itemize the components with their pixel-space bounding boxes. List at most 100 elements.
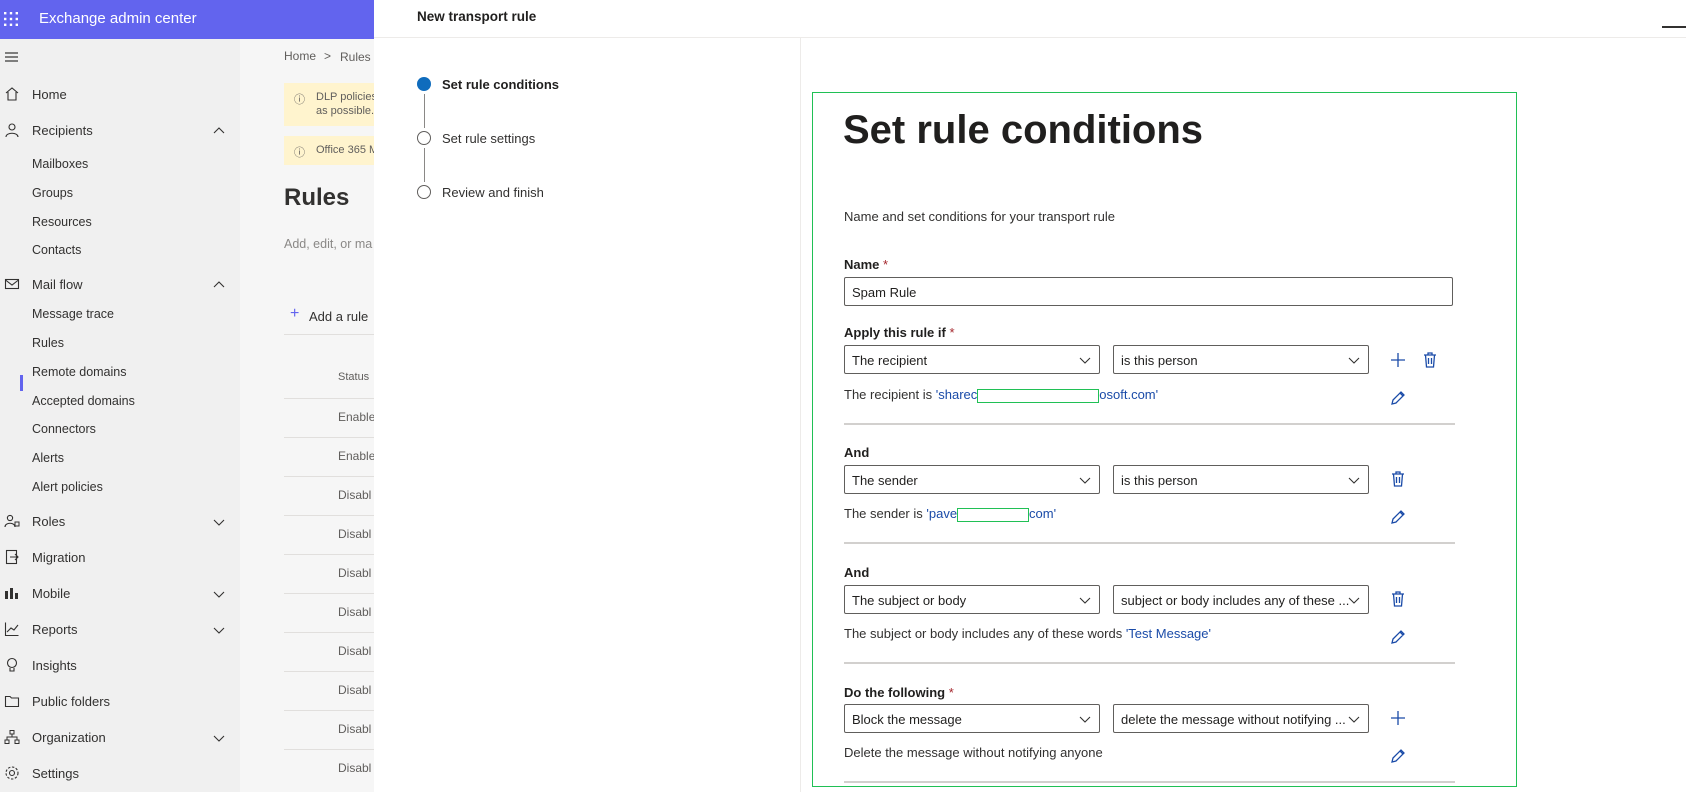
minimize-icon[interactable]: [1662, 26, 1686, 28]
nav-sub-groups[interactable]: Groups: [32, 186, 73, 200]
nav-label: Migration: [32, 550, 86, 565]
nav-sub-alerts[interactable]: Alerts: [32, 451, 64, 465]
nav-sub-mailboxes[interactable]: Mailboxes: [32, 157, 88, 171]
step-set-rule-settings[interactable]: Set rule settings: [442, 131, 535, 146]
breadcrumb-separator: >: [324, 49, 332, 63]
nav-home[interactable]: Home: [0, 81, 240, 109]
chevron-up-icon[interactable]: [212, 278, 226, 292]
nav-sub-remote-domains[interactable]: Remote domains: [32, 365, 127, 379]
divider: [284, 398, 374, 399]
panel-title: New transport rule: [417, 9, 537, 24]
divider: [800, 38, 801, 792]
nav-mobile[interactable]: Mobile: [0, 580, 240, 608]
nav-sub-connectors[interactable]: Connectors: [32, 422, 96, 436]
table-row[interactable]: Disabl: [338, 605, 371, 619]
nav-label: Roles: [32, 514, 66, 529]
person-icon: [5, 123, 19, 138]
chevron-up-icon[interactable]: [212, 124, 226, 138]
nav-public-folders[interactable]: Public folders: [0, 688, 240, 716]
organization-icon: [4, 730, 20, 744]
lightbulb-icon: [6, 657, 18, 672]
add-icon[interactable]: +: [290, 305, 299, 323]
chevron-down-icon[interactable]: [212, 587, 226, 601]
nav-label: Reports: [32, 622, 78, 637]
nav-label: Public folders: [32, 694, 111, 709]
info-icon: ⓘ: [294, 94, 305, 106]
nav-sub-resources[interactable]: Resources: [32, 215, 92, 229]
table-row[interactable]: Disabl: [338, 488, 371, 502]
roles-icon: [4, 514, 20, 528]
table-row[interactable]: Enable: [338, 410, 374, 424]
chevron-down-icon[interactable]: [212, 515, 226, 529]
nav-label: Mail flow: [32, 277, 83, 292]
nav-label: Settings: [32, 766, 79, 781]
form-area: [812, 92, 1517, 787]
folder-icon: [4, 695, 20, 708]
table-row[interactable]: Disabl: [338, 722, 371, 736]
table-row[interactable]: Disabl: [338, 683, 371, 697]
table-row[interactable]: Disabl: [338, 566, 371, 580]
app-launcher-icon[interactable]: [0, 8, 22, 30]
breadcrumb-rules[interactable]: Rules: [340, 50, 371, 64]
nav-sub-contacts[interactable]: Contacts: [32, 243, 81, 257]
nav-label: Home: [32, 87, 67, 102]
row-divider: [284, 671, 374, 672]
row-divider: [284, 749, 374, 750]
banner-text: as possible.: [316, 105, 374, 117]
row-divider: [284, 437, 374, 438]
breadcrumb-home[interactable]: Home: [284, 49, 316, 63]
table-row[interactable]: Enable: [338, 449, 374, 463]
home-icon: [5, 87, 19, 101]
row-divider: [284, 554, 374, 555]
add-rule-button[interactable]: Add a rule: [309, 309, 368, 324]
step-set-rule-conditions[interactable]: Set rule conditions: [442, 77, 559, 92]
table-row[interactable]: Disabl: [338, 527, 371, 541]
nav-reports[interactable]: Reports: [0, 616, 240, 644]
migration-icon: [5, 549, 19, 565]
nav-label: Insights: [32, 658, 77, 673]
step-pending-indicator: [417, 131, 431, 145]
row-divider: [284, 710, 374, 711]
app-title: Exchange admin center: [39, 10, 197, 27]
nav-label: Organization: [32, 730, 106, 745]
table-row[interactable]: Disabl: [338, 644, 371, 658]
nav-organization[interactable]: Organization: [0, 724, 240, 752]
new-transport-rule-panel: New transport rule Set rule conditions S…: [374, 0, 1686, 792]
page-title: Rules: [284, 184, 350, 211]
nav-sub-rules[interactable]: Rules: [32, 336, 64, 350]
mobile-icon: [5, 588, 18, 599]
mail-icon: [4, 278, 20, 290]
nav-roles[interactable]: Roles: [0, 508, 240, 536]
chevron-down-icon[interactable]: [212, 731, 226, 745]
step-connector: [424, 94, 425, 128]
divider: [374, 37, 1686, 38]
chart-icon: [4, 622, 19, 637]
nav-insights[interactable]: Insights: [0, 652, 240, 680]
row-divider: [284, 515, 374, 516]
nav-sub-alert-policies[interactable]: Alert policies: [32, 480, 103, 494]
name-field[interactable]: Spam Rule: [844, 277, 1453, 306]
step-review-and-finish[interactable]: Review and finish: [442, 185, 544, 200]
step-current-indicator: [417, 77, 431, 91]
divider: [284, 334, 374, 335]
nav-recipients[interactable]: Recipients: [0, 117, 240, 145]
nav-label: Recipients: [32, 123, 93, 138]
chevron-down-icon[interactable]: [212, 623, 226, 637]
nav-label: Mobile: [32, 586, 71, 601]
row-divider: [284, 632, 374, 633]
selected-indicator: [20, 375, 23, 391]
nav-migration[interactable]: Migration: [0, 544, 240, 572]
banner-text: DLP policies: [316, 91, 374, 103]
nav-sub-message-trace[interactable]: Message trace: [32, 307, 114, 321]
table-row[interactable]: Disabl: [338, 761, 371, 775]
column-header-status[interactable]: Status: [338, 371, 369, 383]
nav-settings[interactable]: Settings: [0, 760, 240, 788]
page-subtitle: Add, edit, or ma: [284, 237, 373, 251]
info-icon: ⓘ: [294, 147, 305, 159]
step-connector: [424, 148, 425, 182]
nav-sub-accepted-domains[interactable]: Accepted domains: [32, 394, 135, 408]
top-bar: Exchange admin center: [0, 0, 374, 39]
row-divider: [284, 593, 374, 594]
nav-mail-flow[interactable]: Mail flow: [0, 271, 240, 299]
hamburger-icon[interactable]: [4, 51, 20, 63]
